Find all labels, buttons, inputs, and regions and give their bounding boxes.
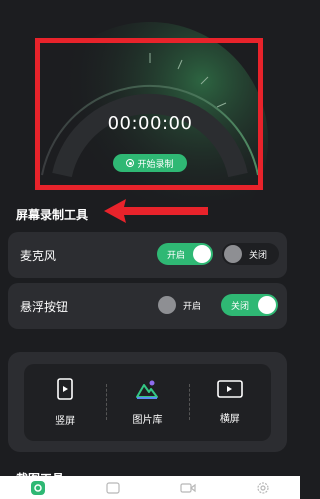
start-recording-label: 开始录制 <box>137 159 174 170</box>
section-title-screen-tools: 屏幕录制工具 <box>16 208 89 222</box>
microphone-on-toggle[interactable]: 开启 <box>157 243 213 265</box>
recording-timer: 00:00:00 <box>107 113 193 134</box>
toggle-knob <box>193 245 211 263</box>
microphone-off-label: 关闭 <box>249 250 268 261</box>
start-recording-button[interactable]: 开始录制 <box>113 154 187 172</box>
gallery-icon <box>136 380 159 399</box>
floating-button-off-toggle[interactable]: 关闭 <box>221 294 278 316</box>
portrait-record-tool[interactable]: 竖屏 <box>24 364 106 441</box>
tab-video[interactable] <box>150 482 225 494</box>
landscape-record-label: 横屏 <box>219 414 240 425</box>
tab-gallery[interactable] <box>75 481 150 494</box>
microphone-setting-card: 麦克风 开启 关闭 <box>8 232 287 278</box>
home-icon <box>30 480 45 495</box>
floating-button-on-label: 开启 <box>183 301 202 312</box>
bottom-tab-bar <box>0 476 300 499</box>
microphone-off-toggle[interactable]: 关闭 <box>222 243 279 265</box>
gallery-label: 图片库 <box>132 415 163 426</box>
video-tab-icon <box>179 482 196 493</box>
tools-panel: 竖屏 图片库 横屏 <box>8 352 287 452</box>
landscape-screen-icon <box>217 380 243 398</box>
portrait-record-label: 竖屏 <box>55 416 76 427</box>
landscape-record-tool[interactable]: 横屏 <box>188 364 271 441</box>
settings-tab-icon <box>256 481 269 494</box>
portrait-screen-icon <box>57 378 73 400</box>
annotation-arrow-icon <box>104 199 208 223</box>
toggle-knob <box>158 296 176 314</box>
toggle-knob <box>258 296 276 314</box>
toggle-knob <box>224 245 242 263</box>
gallery-tab-icon <box>105 481 120 494</box>
tools-grid: 竖屏 图片库 横屏 <box>24 364 271 441</box>
gallery-tool[interactable]: 图片库 <box>106 364 188 441</box>
floating-button-on-toggle[interactable]: 开启 <box>156 294 212 316</box>
floating-button-setting-card: 悬浮按钮 开启 关闭 <box>8 283 287 329</box>
tab-home[interactable] <box>0 480 75 496</box>
microphone-on-label: 开启 <box>167 250 186 261</box>
floating-button-label: 悬浮按钮 <box>20 300 69 314</box>
record-icon <box>126 159 135 167</box>
microphone-label: 麦克风 <box>20 249 57 263</box>
tab-settings[interactable] <box>225 481 300 495</box>
floating-button-off-label: 关闭 <box>231 301 250 312</box>
